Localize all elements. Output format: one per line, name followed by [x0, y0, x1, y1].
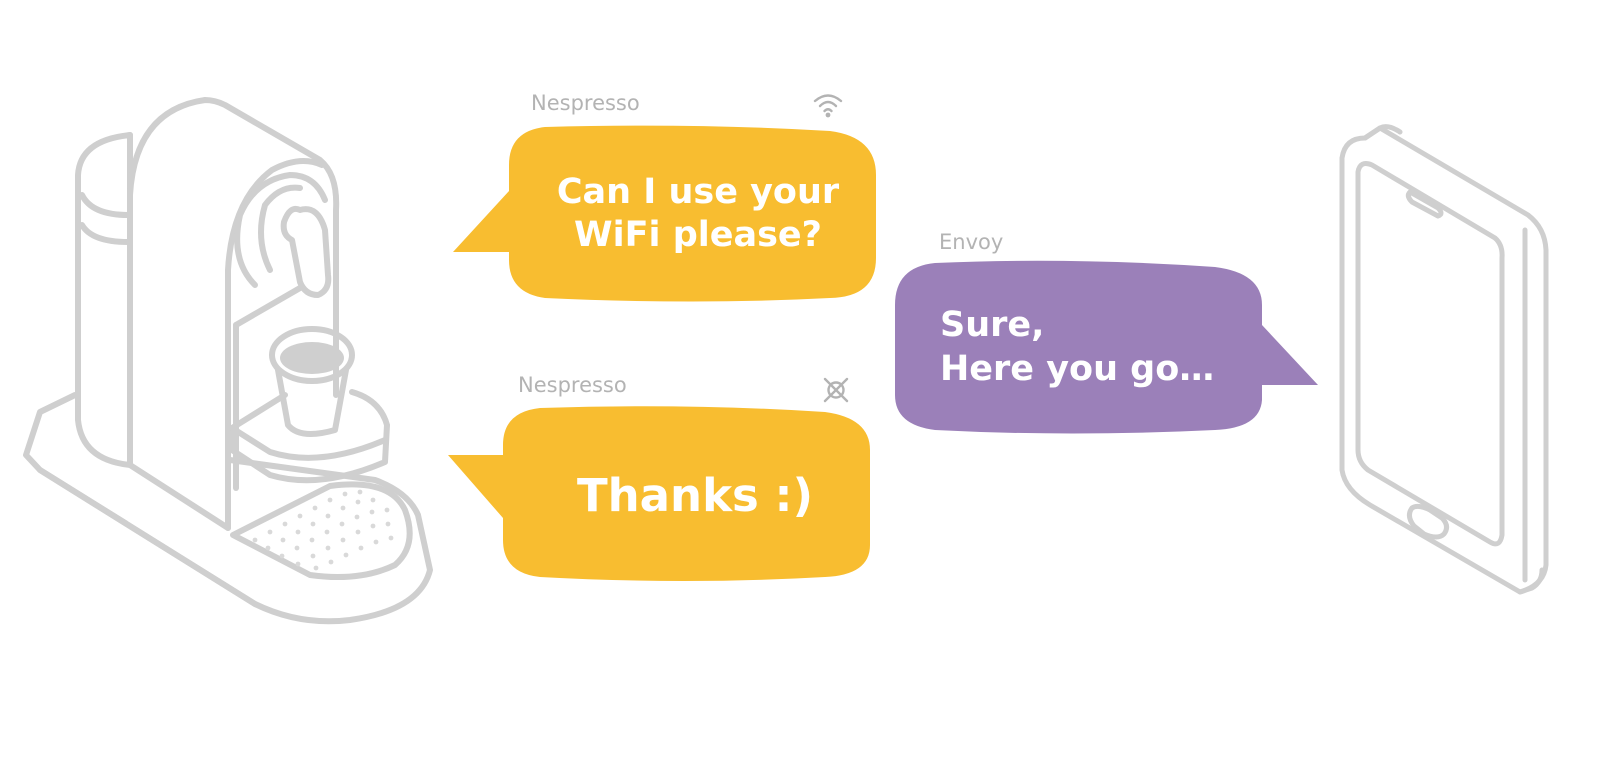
smartphone-icon [1339, 124, 1549, 595]
message-request: Nespresso Can I use your WiFi please? [450, 85, 890, 315]
message-reply: Envoy Sure, Here you go… [890, 225, 1330, 445]
message-thanks: Nespresso Thanks :) [445, 370, 885, 590]
message-text: Sure, Here you go… [940, 305, 1215, 389]
coffee-machine-icon [23, 97, 433, 625]
wifi-handshake-diagram: { "colors": { "device_bubble": "#f8bd30"… [0, 0, 1609, 776]
message-text: Thanks :) [576, 469, 814, 523]
message-text: Can I use your WiFi please? [556, 171, 840, 255]
